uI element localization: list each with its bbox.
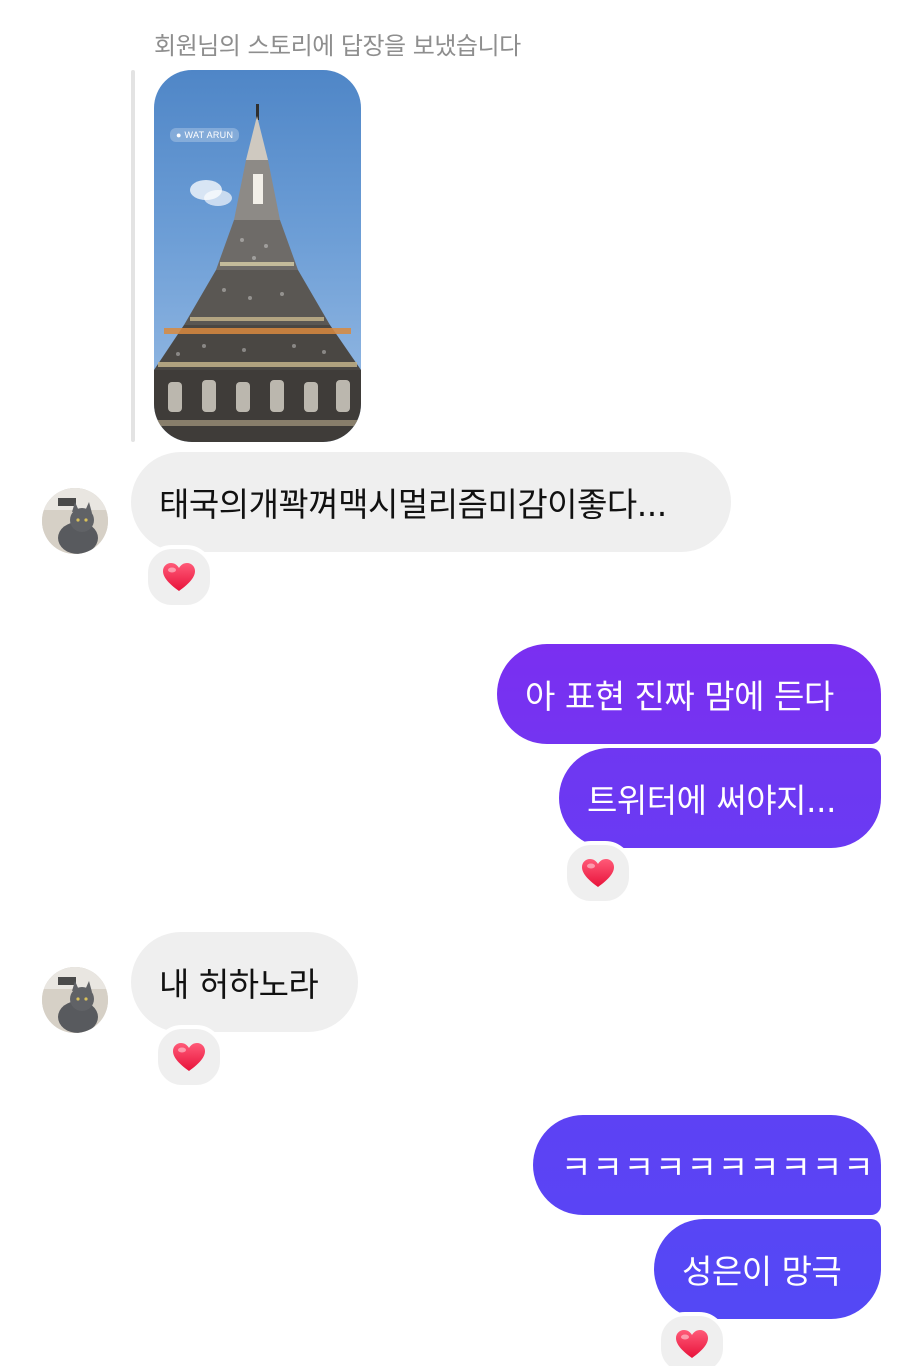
reaction-badge[interactable] <box>657 1312 727 1366</box>
reaction-badge[interactable] <box>154 1025 224 1089</box>
message-bubble-outgoing[interactable]: 성은이 망극 <box>654 1219 881 1319</box>
red-heart-icon <box>163 563 195 591</box>
red-heart-icon <box>582 859 614 887</box>
red-heart-icon <box>676 1330 708 1358</box>
story-reply-caption: 회원님의 스토리에 답장을 보냈습니다 <box>154 32 521 60</box>
cat-avatar-icon <box>42 488 108 554</box>
red-heart-icon <box>173 1043 205 1071</box>
story-thumbnail[interactable]: ● WAT ARUN <box>154 70 361 442</box>
message-text: 태국의개꽉껴맥시멀리즘미감이좋다... <box>159 485 667 524</box>
message-bubble-outgoing[interactable]: 아 표현 진짜 맘에 든다 <box>497 644 881 744</box>
sender-avatar[interactable] <box>42 967 108 1033</box>
message-text: 성은이 망극 <box>682 1252 842 1291</box>
location-tag: ● WAT ARUN <box>170 128 240 142</box>
message-text: 아 표현 진짜 맘에 든다 <box>525 677 834 716</box>
story-quote-line <box>131 70 135 442</box>
message-bubble-outgoing[interactable]: 트위터에 써야지... <box>559 748 881 848</box>
message-bubble-incoming[interactable]: 태국의개꽉껴맥시멀리즘미감이좋다... <box>131 452 731 552</box>
temple-illustration <box>154 104 361 442</box>
cat-avatar-icon <box>42 967 108 1033</box>
sender-avatar[interactable] <box>42 488 108 554</box>
message-text: ㅋㅋㅋㅋㅋㅋㅋㅋㅋㅋ <box>561 1148 875 1187</box>
message-text: 트위터에 써야지... <box>587 781 836 820</box>
location-tag-text: WAT ARUN <box>184 130 234 140</box>
message-bubble-outgoing[interactable]: ㅋㅋㅋㅋㅋㅋㅋㅋㅋㅋ <box>533 1115 881 1215</box>
reaction-badge[interactable] <box>144 545 214 609</box>
message-text: 내 허하노라 <box>159 965 319 1004</box>
dm-conversation: 회원님의 스토리에 답장을 보냈습니다 ● WAT ARUN 태국의개꽉껴맥시멀… <box>0 0 900 1366</box>
reaction-badge[interactable] <box>563 841 633 905</box>
message-bubble-incoming[interactable]: 내 허하노라 <box>131 932 358 1032</box>
